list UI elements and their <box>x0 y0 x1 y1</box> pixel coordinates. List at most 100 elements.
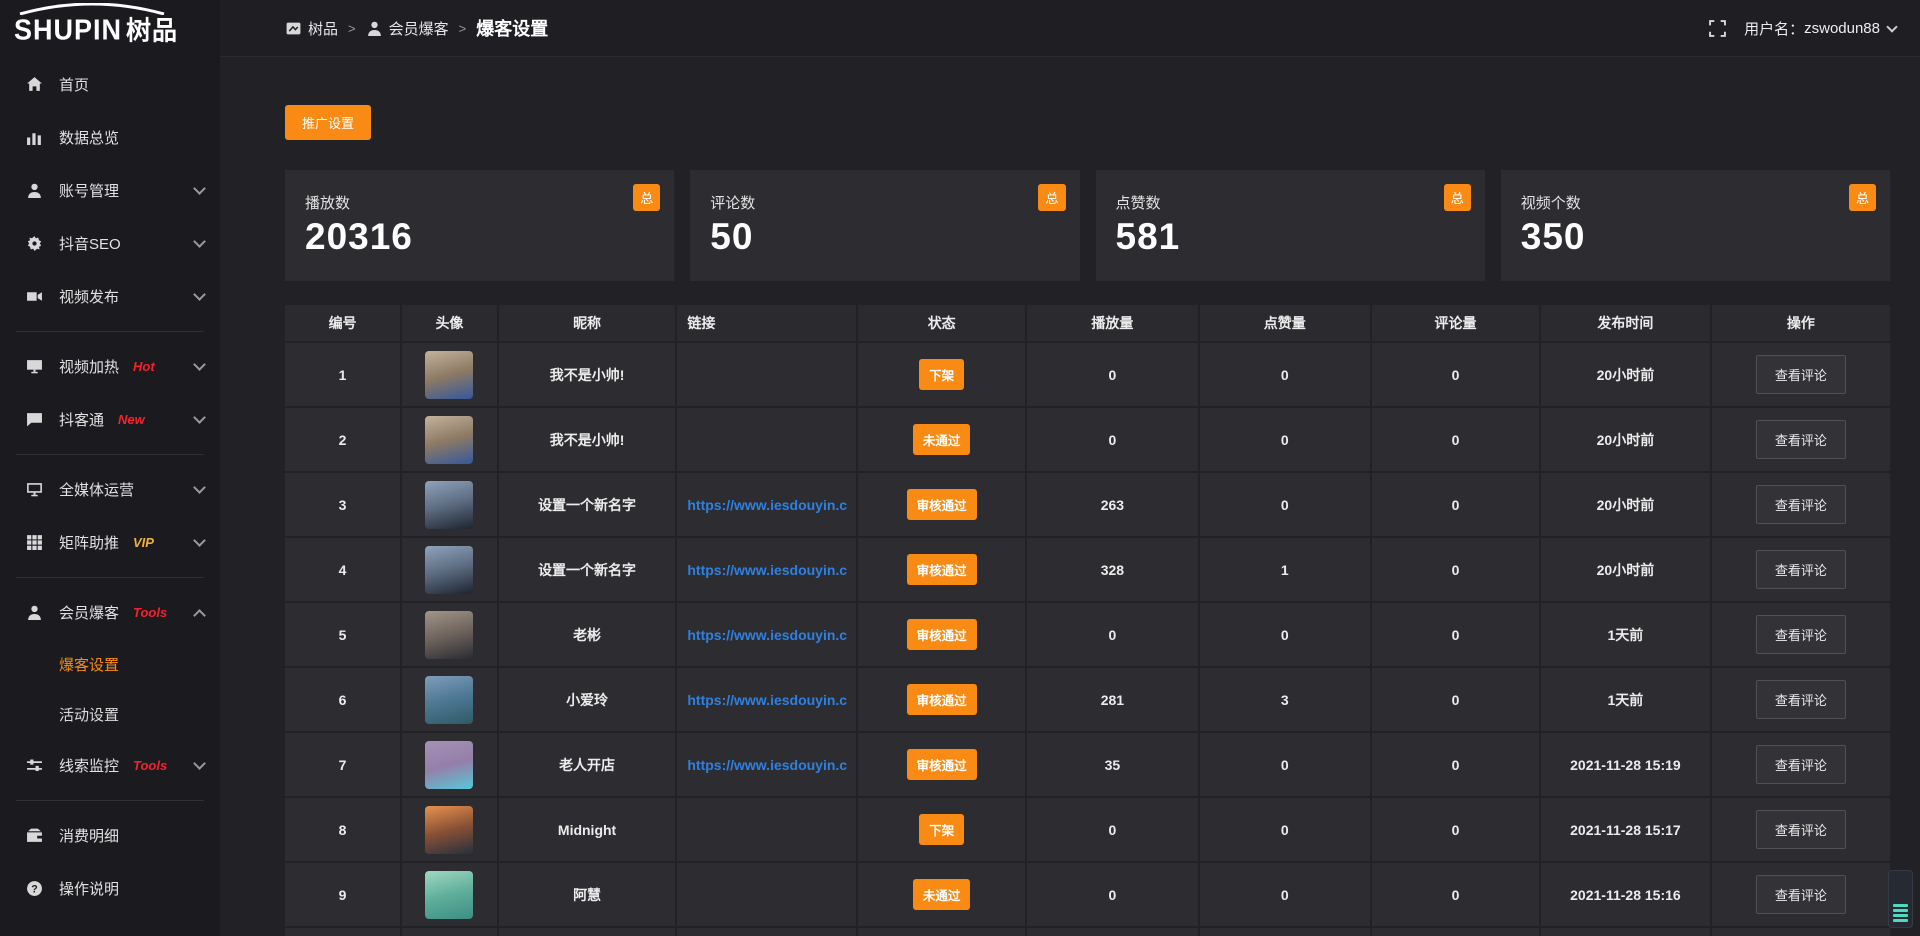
avatar <box>425 676 473 724</box>
logo-suffix: 树品 <box>126 17 178 46</box>
stat-card-label: 播放数 <box>305 192 654 213</box>
cell-action: 查看评论 <box>1712 408 1890 471</box>
view-comments-button[interactable]: 查看评论 <box>1756 745 1846 784</box>
cell-avatar <box>402 603 497 666</box>
cell-status: 未通过 <box>858 863 1025 926</box>
cell-link <box>677 928 856 936</box>
video-link[interactable]: https://www.iesdouyin.c <box>687 562 847 578</box>
view-comments-button[interactable]: 查看评论 <box>1756 420 1846 459</box>
video-link[interactable]: https://www.iesdouyin.c <box>687 627 847 643</box>
avatar <box>425 611 473 659</box>
avatar <box>425 481 473 529</box>
cell-plays: 35 <box>1027 733 1197 796</box>
sidebar-item-operation-guide[interactable]: ? 操作说明 <box>0 862 220 915</box>
user-menu[interactable]: 用户名：zswodun88 <box>1744 18 1896 39</box>
stat-card-label: 点赞数 <box>1116 192 1465 213</box>
cell-nickname: 小爱玲 <box>499 668 676 731</box>
view-comments-button[interactable]: 查看评论 <box>1756 550 1846 589</box>
table-row <box>285 928 1890 936</box>
stat-card-label: 视频个数 <box>1521 192 1870 213</box>
cell-publish_time: 2021-11-28 15:17 <box>1541 798 1710 861</box>
logo-text: SHUPIN树品 <box>14 6 220 55</box>
cell-link: https://www.iesdouyin.c <box>677 733 856 796</box>
view-comments-button[interactable]: 查看评论 <box>1756 355 1846 394</box>
cell-plays: 0 <box>1027 603 1197 666</box>
status-badge: 审核通过 <box>907 489 977 520</box>
sidebar-item-clue-monitor[interactable]: 线索监控Tools <box>0 739 220 792</box>
sliders-icon <box>26 757 43 774</box>
promo-settings-button[interactable]: 推广设置 <box>285 105 371 140</box>
video-link[interactable]: https://www.iesdouyin.c <box>687 692 847 708</box>
cell-comments: 0 <box>1372 668 1539 731</box>
cell-nickname: 我不是小帅! <box>499 343 676 406</box>
breadcrumb-item-1[interactable]: 会员爆客 <box>366 18 449 39</box>
sidebar: SHUPIN树品 首页数据总览账号管理抖音SEO 视频发布视频加热Hot抖客通Ne… <box>0 0 220 936</box>
chevron-down-icon <box>193 235 206 248</box>
stat-card: 点赞数 581 总 <box>1096 170 1485 281</box>
stat-card: 播放数 20316 总 <box>285 170 674 281</box>
column-header-nickname: 昵称 <box>499 305 676 341</box>
cell-nickname: Midnight <box>499 798 676 861</box>
view-comments-button[interactable]: 查看评论 <box>1756 680 1846 719</box>
sidebar-item-account-management[interactable]: 账号管理 <box>0 164 220 217</box>
user-icon <box>26 604 43 621</box>
sidebar-item-tag: New <box>118 412 145 427</box>
sidebar-item-omni-media-operation[interactable]: 全媒体运营 <box>0 463 220 516</box>
sidebar-item-label: 视频发布 <box>59 286 119 307</box>
sidebar-subitem-label: 爆客设置 <box>59 654 119 675</box>
sidebar-item-label: 操作说明 <box>59 878 119 899</box>
cell-likes: 1 <box>1200 538 1370 601</box>
table-row: 8Midnight下架0002021-11-28 15:17查看评论 <box>285 798 1890 861</box>
avatar <box>425 546 473 594</box>
sidebar-subitem-baoke-settings[interactable]: 爆客设置 <box>0 639 220 689</box>
stat-card: 视频个数 350 总 <box>1501 170 1890 281</box>
cell-publish_time: 2021-11-28 15:19 <box>1541 733 1710 796</box>
sidebar-item-label: 视频加热 <box>59 356 119 377</box>
widget-stripe <box>1893 909 1908 912</box>
sidebar-item-video-heating[interactable]: 视频加热Hot <box>0 340 220 393</box>
svg-text:?: ? <box>31 883 37 895</box>
cell-action <box>1712 928 1890 936</box>
fullscreen-icon[interactable] <box>1709 20 1726 37</box>
sidebar-item-data-overview[interactable]: 数据总览 <box>0 111 220 164</box>
sidebar-item-douyin-seo[interactable]: 抖音SEO <box>0 217 220 270</box>
sidebar-item-matrix-boost[interactable]: 矩阵助推VIP <box>0 516 220 569</box>
sidebar-item-video-publish[interactable]: 视频发布 <box>0 270 220 323</box>
video-link[interactable]: https://www.iesdouyin.c <box>687 757 847 773</box>
view-comments-button[interactable]: 查看评论 <box>1756 810 1846 849</box>
total-badge: 总 <box>1444 184 1471 211</box>
breadcrumb-item-0[interactable]: 树品 <box>285 18 338 39</box>
wallet-icon <box>26 827 43 844</box>
breadcrumb-label: 树品 <box>308 18 338 39</box>
chevron-down-icon <box>1886 21 1897 32</box>
sidebar-item-consumption-detail[interactable]: 消费明细 <box>0 809 220 862</box>
comment-icon <box>26 411 43 428</box>
sidebar-item-home[interactable]: 首页 <box>0 58 220 111</box>
stat-card-value: 581 <box>1116 216 1465 258</box>
cell-status: 下架 <box>858 798 1025 861</box>
view-comments-button[interactable]: 查看评论 <box>1756 875 1846 914</box>
view-comments-button[interactable]: 查看评论 <box>1756 485 1846 524</box>
sidebar-item-douketong[interactable]: 抖客通New <box>0 393 220 446</box>
sidebar-subitem-activity-settings[interactable]: 活动设置 <box>0 689 220 739</box>
video-link[interactable]: https://www.iesdouyin.c <box>687 497 847 513</box>
cell-id: 6 <box>285 668 400 731</box>
cell-link: https://www.iesdouyin.c <box>677 473 856 536</box>
status-badge: 下架 <box>919 359 964 390</box>
table-row: 9阿慧未通过0002021-11-28 15:16查看评论 <box>285 863 1890 926</box>
chevron-down-icon <box>193 534 206 547</box>
table-row: 4设置一个新名字https://www.iesdouyin.c审核通过32810… <box>285 538 1890 601</box>
cell-action: 查看评论 <box>1712 343 1890 406</box>
cell-id: 5 <box>285 603 400 666</box>
view-comments-button[interactable]: 查看评论 <box>1756 615 1846 654</box>
gear-icon <box>26 235 43 252</box>
cell-publish_time: 20小时前 <box>1541 473 1710 536</box>
video-table: 编号头像昵称链接状态播放量点赞量评论量发布时间操作 1我不是小帅!下架00020… <box>285 305 1890 936</box>
sidebar-item-label: 矩阵助推 <box>59 532 119 553</box>
cell-action: 查看评论 <box>1712 798 1890 861</box>
logo-shupin: SHUPIN <box>14 14 122 45</box>
sidebar-item-member-baoke[interactable]: 会员爆客Tools <box>0 586 220 639</box>
cell-plays: 0 <box>1027 798 1197 861</box>
cell-comments: 0 <box>1372 343 1539 406</box>
floating-widget[interactable] <box>1888 870 1913 928</box>
